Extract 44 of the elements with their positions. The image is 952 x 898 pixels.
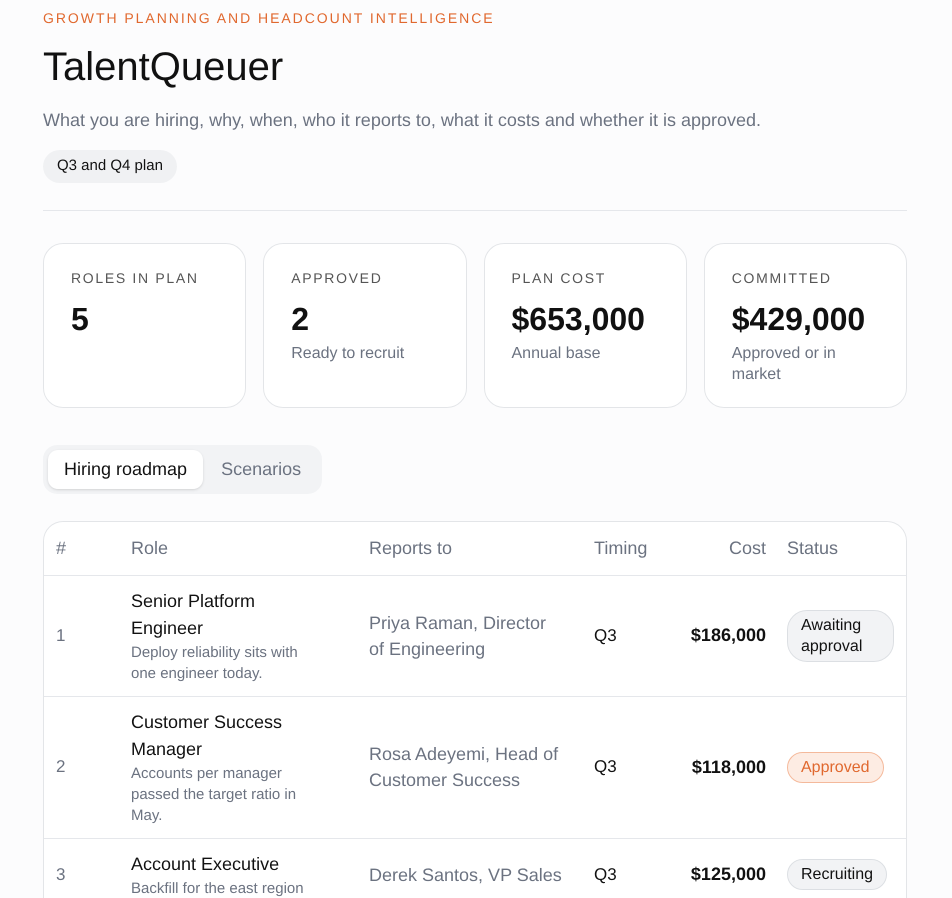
table-cell-text: Rosa Adeyemi, Head of Customer Success — [369, 743, 560, 792]
stat-label: COMMITTED — [732, 268, 833, 288]
stat-note: Ready to recruit — [291, 344, 406, 364]
role-title: Customer Success Manager — [131, 710, 284, 761]
column-header: Timing — [594, 536, 648, 560]
column-header: Role — [131, 536, 170, 560]
stat-label: APPROVED — [291, 268, 384, 288]
row-number: 2 — [56, 756, 66, 778]
row-number: 1 — [56, 624, 66, 647]
page-title: TalentQueuer — [43, 44, 284, 91]
role-reason: Deploy reliability sits with one engineer today. — [131, 642, 299, 684]
table-cell-text: Derek Santos, VP Sales — [369, 864, 563, 886]
column-header: Reports to — [369, 536, 454, 560]
column-header: Status — [786, 536, 840, 560]
table-cell-text: Priya Raman, Director of Engineering — [369, 612, 548, 661]
role-title: Account Executive — [131, 852, 280, 876]
stat-value: $429,000 — [732, 300, 866, 338]
status-badge: Recruiting — [787, 859, 888, 890]
stat-label: ROLES IN PLAN — [71, 268, 200, 288]
table-cell-text: Q3 — [594, 624, 618, 647]
stat-label: PLAN COST — [512, 268, 607, 288]
role-reason: Accounts per manager passed the target ratio in May. — [131, 764, 298, 826]
role-title: Senior Platform Engineer — [131, 590, 256, 640]
table-cell-text: Q3 — [594, 756, 618, 778]
stat-note: Approved or in market — [732, 344, 837, 384]
table-cell-text: Q3 — [594, 864, 618, 886]
stat-value: 5 — [71, 300, 90, 338]
cost-cell-text: $125,000 — [690, 863, 766, 886]
page-subtitle: What you are hiring, why, when, who it reports to, what it costs and whether it is approved. — [43, 109, 762, 132]
column-header: # — [56, 536, 68, 560]
cost-cell-text: $186,000 — [690, 624, 766, 647]
cost-cell-text: $118,000 — [690, 756, 766, 778]
column-header: Cost — [728, 536, 766, 560]
tab[interactable]: Hiring roadmap — [48, 450, 204, 488]
status-badge: Awaiting approval — [787, 610, 894, 662]
row-number: 3 — [56, 864, 66, 886]
role-reason: Backfill for the east region — [131, 878, 305, 898]
tab[interactable]: Scenarios — [205, 450, 318, 488]
status-badge: Approved — [787, 752, 884, 782]
stat-value: 2 — [291, 300, 310, 338]
eyebrow-text: GROWTH PLANNING AND HEADCOUNT INTELLIGENCE — [43, 9, 496, 28]
plan-badge: Q3 and Q4 plan — [43, 150, 177, 182]
stat-value: $653,000 — [512, 300, 646, 338]
stat-note: Annual base — [512, 344, 602, 364]
